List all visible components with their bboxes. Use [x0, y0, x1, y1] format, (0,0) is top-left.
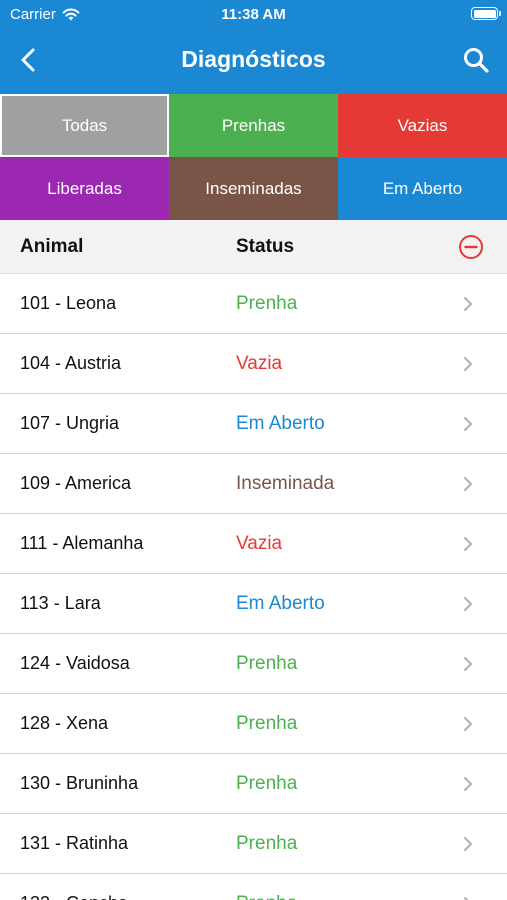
chevron-right-icon: [464, 657, 472, 671]
filter-em-aberto[interactable]: Em Aberto: [338, 157, 507, 220]
table-row[interactable]: 131 - Ratinha Prenha: [0, 814, 507, 874]
app-header: Carrier 11:38 AM Diagnósticos: [0, 0, 507, 94]
page-title: Diagnósticos: [181, 46, 326, 72]
animal-name: 128 - Xena: [20, 713, 109, 733]
filter-prenhas[interactable]: Prenhas: [169, 94, 338, 157]
status-filter-grid: Todas Prenhas Vazias Liberadas Inseminadas Em…: [0, 94, 507, 220]
animal-name: 109 - America: [20, 473, 132, 493]
status-label: Inseminada: [236, 473, 335, 494]
battery-icon: [471, 7, 501, 20]
chevron-right-icon: [464, 717, 472, 731]
animal-name: 124 - Vaidosa: [20, 653, 130, 673]
status-label: Prenha: [236, 773, 298, 794]
status-label: Prenha: [236, 293, 298, 314]
chevron-right-icon: [464, 897, 469, 900]
status-label: Prenha: [236, 713, 298, 734]
table-header: Animal Status: [0, 220, 507, 274]
table-row[interactable]: 101 - Leona Prenha: [0, 274, 507, 334]
chevron-right-icon: [464, 357, 472, 371]
chevron-right-icon: [464, 417, 472, 431]
filter-vazias[interactable]: Vazias: [338, 94, 507, 157]
status-label: Prenha: [236, 653, 298, 674]
table-row[interactable]: 111 - Alemanha Vazia: [0, 514, 507, 574]
chevron-right-icon: [464, 297, 472, 311]
table-row[interactable]: 128 - Xena Prenha: [0, 694, 507, 754]
status-bar: Carrier 11:38 AM: [0, 0, 507, 28]
status-label: Em Aberto: [236, 593, 325, 614]
minus-circle-icon[interactable]: [457, 233, 485, 261]
status-label: Prenha: [236, 833, 298, 854]
status-label: Vazia: [236, 353, 283, 374]
search-icon[interactable]: [461, 45, 491, 75]
status-label: Em Aberto: [236, 413, 325, 434]
animal-name: 130 - Bruninha: [20, 773, 139, 793]
table-row[interactable]: 132 - Concha Prenha: [0, 874, 507, 900]
clock: 11:38 AM: [221, 6, 286, 23]
table-row[interactable]: 109 - America Inseminada: [0, 454, 507, 514]
table-row[interactable]: 104 - Austria Vazia: [0, 334, 507, 394]
column-header-animal: Animal: [20, 236, 84, 257]
table-row[interactable]: 113 - Lara Em Aberto: [0, 574, 507, 634]
chevron-right-icon: [464, 777, 472, 791]
table-row[interactable]: 130 - Bruninha Prenha: [0, 754, 507, 814]
animal-name: 101 - Leona: [20, 293, 117, 313]
table-row[interactable]: 107 - Ungria Em Aberto: [0, 394, 507, 454]
chevron-right-icon: [464, 537, 472, 551]
animal-name: 131 - Ratinha: [20, 833, 129, 853]
diagnostics-list: 101 - Leona Prenha 104 - Austria Vazia 107 -…: [0, 274, 507, 900]
chevron-right-icon: [464, 477, 472, 491]
filter-inseminadas[interactable]: Inseminadas: [169, 157, 338, 220]
table-row[interactable]: 124 - Vaidosa Prenha: [0, 634, 507, 694]
chevron-right-icon: [464, 597, 472, 611]
animal-name: 107 - Ungria: [20, 413, 120, 433]
chevron-right-icon: [464, 837, 472, 851]
filter-liberadas[interactable]: Liberadas: [0, 157, 169, 220]
navigation-bar: Diagnósticos: [0, 28, 507, 94]
animal-name: 132 - Concha: [20, 893, 128, 900]
animal-name: 113 - Lara: [20, 593, 101, 613]
animal-name: 111 - Alemanha: [20, 533, 144, 553]
status-label: Prenha: [236, 893, 297, 900]
column-header-status: Status: [236, 236, 295, 257]
animal-name: 104 - Austria: [20, 353, 122, 373]
status-label: Vazia: [236, 533, 283, 554]
filter-todas[interactable]: Todas: [0, 94, 169, 157]
